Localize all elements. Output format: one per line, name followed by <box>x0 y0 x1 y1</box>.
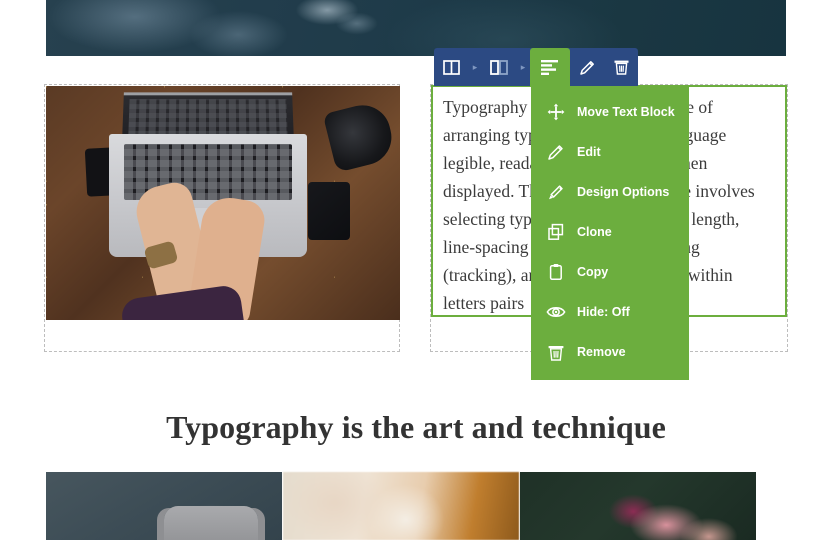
menu-item-edit[interactable]: Edit <box>531 132 689 172</box>
gallery-image-interior[interactable] <box>283 472 519 540</box>
menu-item-move-text-block[interactable]: Move Text Block <box>531 92 689 132</box>
columns-icon <box>490 59 508 75</box>
menu-item-hide-toggle[interactable]: Hide: Off <box>531 292 689 332</box>
clone-icon <box>541 223 571 241</box>
edit-element-button[interactable] <box>570 48 604 86</box>
text-block-active-button[interactable] <box>530 48 570 86</box>
wallet-prop <box>308 182 350 240</box>
camera-prop <box>322 99 398 173</box>
element-context-menu: Move Text Block Edit Design Options Clon… <box>531 86 689 380</box>
text-align-left-icon <box>540 59 560 76</box>
menu-item-copy[interactable]: Copy <box>531 252 689 292</box>
laptop-screen <box>122 92 294 141</box>
menu-item-label: Remove <box>577 345 626 359</box>
eye-icon <box>541 303 571 321</box>
menu-item-label: Copy <box>577 265 609 279</box>
pencil-icon <box>579 59 596 76</box>
parent-row-layout-button[interactable] <box>434 48 468 86</box>
hero-ocean-image <box>46 0 786 56</box>
breadcrumb-separator-2: ▸ <box>516 48 530 86</box>
parent-column-layout-button[interactable] <box>482 48 516 86</box>
gallery-image-flower[interactable] <box>520 472 756 540</box>
paintbrush-icon <box>541 183 571 201</box>
chevron-right-icon: ▸ <box>520 61 526 72</box>
menu-item-label: Design Options <box>577 185 670 199</box>
breadcrumb-separator-1: ▸ <box>468 48 482 86</box>
menu-item-label: Hide: Off <box>577 305 630 319</box>
menu-item-clone[interactable]: Clone <box>531 212 689 252</box>
menu-item-label: Clone <box>577 225 612 239</box>
gallery-image-chair[interactable] <box>46 472 282 540</box>
page-title: Typography is the art and technique <box>166 408 666 445</box>
move-arrows-icon <box>541 103 571 121</box>
menu-item-label: Edit <box>577 145 601 159</box>
trash-icon <box>541 343 571 362</box>
delete-element-button[interactable] <box>604 48 638 86</box>
trash-icon <box>613 58 630 76</box>
page-canvas: Typography is the art and technique of a… <box>0 0 832 540</box>
gallery-row <box>46 472 786 540</box>
element-toolbar: ▸ ▸ <box>434 48 638 86</box>
column-left[interactable] <box>44 84 400 352</box>
chevron-right-icon: ▸ <box>472 61 478 72</box>
menu-item-remove[interactable]: Remove <box>531 332 689 372</box>
pencil-icon <box>541 143 571 161</box>
heading-row: Typography is the art and technique <box>44 396 788 458</box>
columns-icon <box>442 59 460 75</box>
hero-image-row <box>46 0 786 56</box>
laptop-desk-image[interactable] <box>46 86 400 320</box>
menu-item-design-options[interactable]: Design Options <box>531 172 689 212</box>
clipboard-icon <box>541 263 571 281</box>
menu-item-label: Move Text Block <box>577 105 675 119</box>
